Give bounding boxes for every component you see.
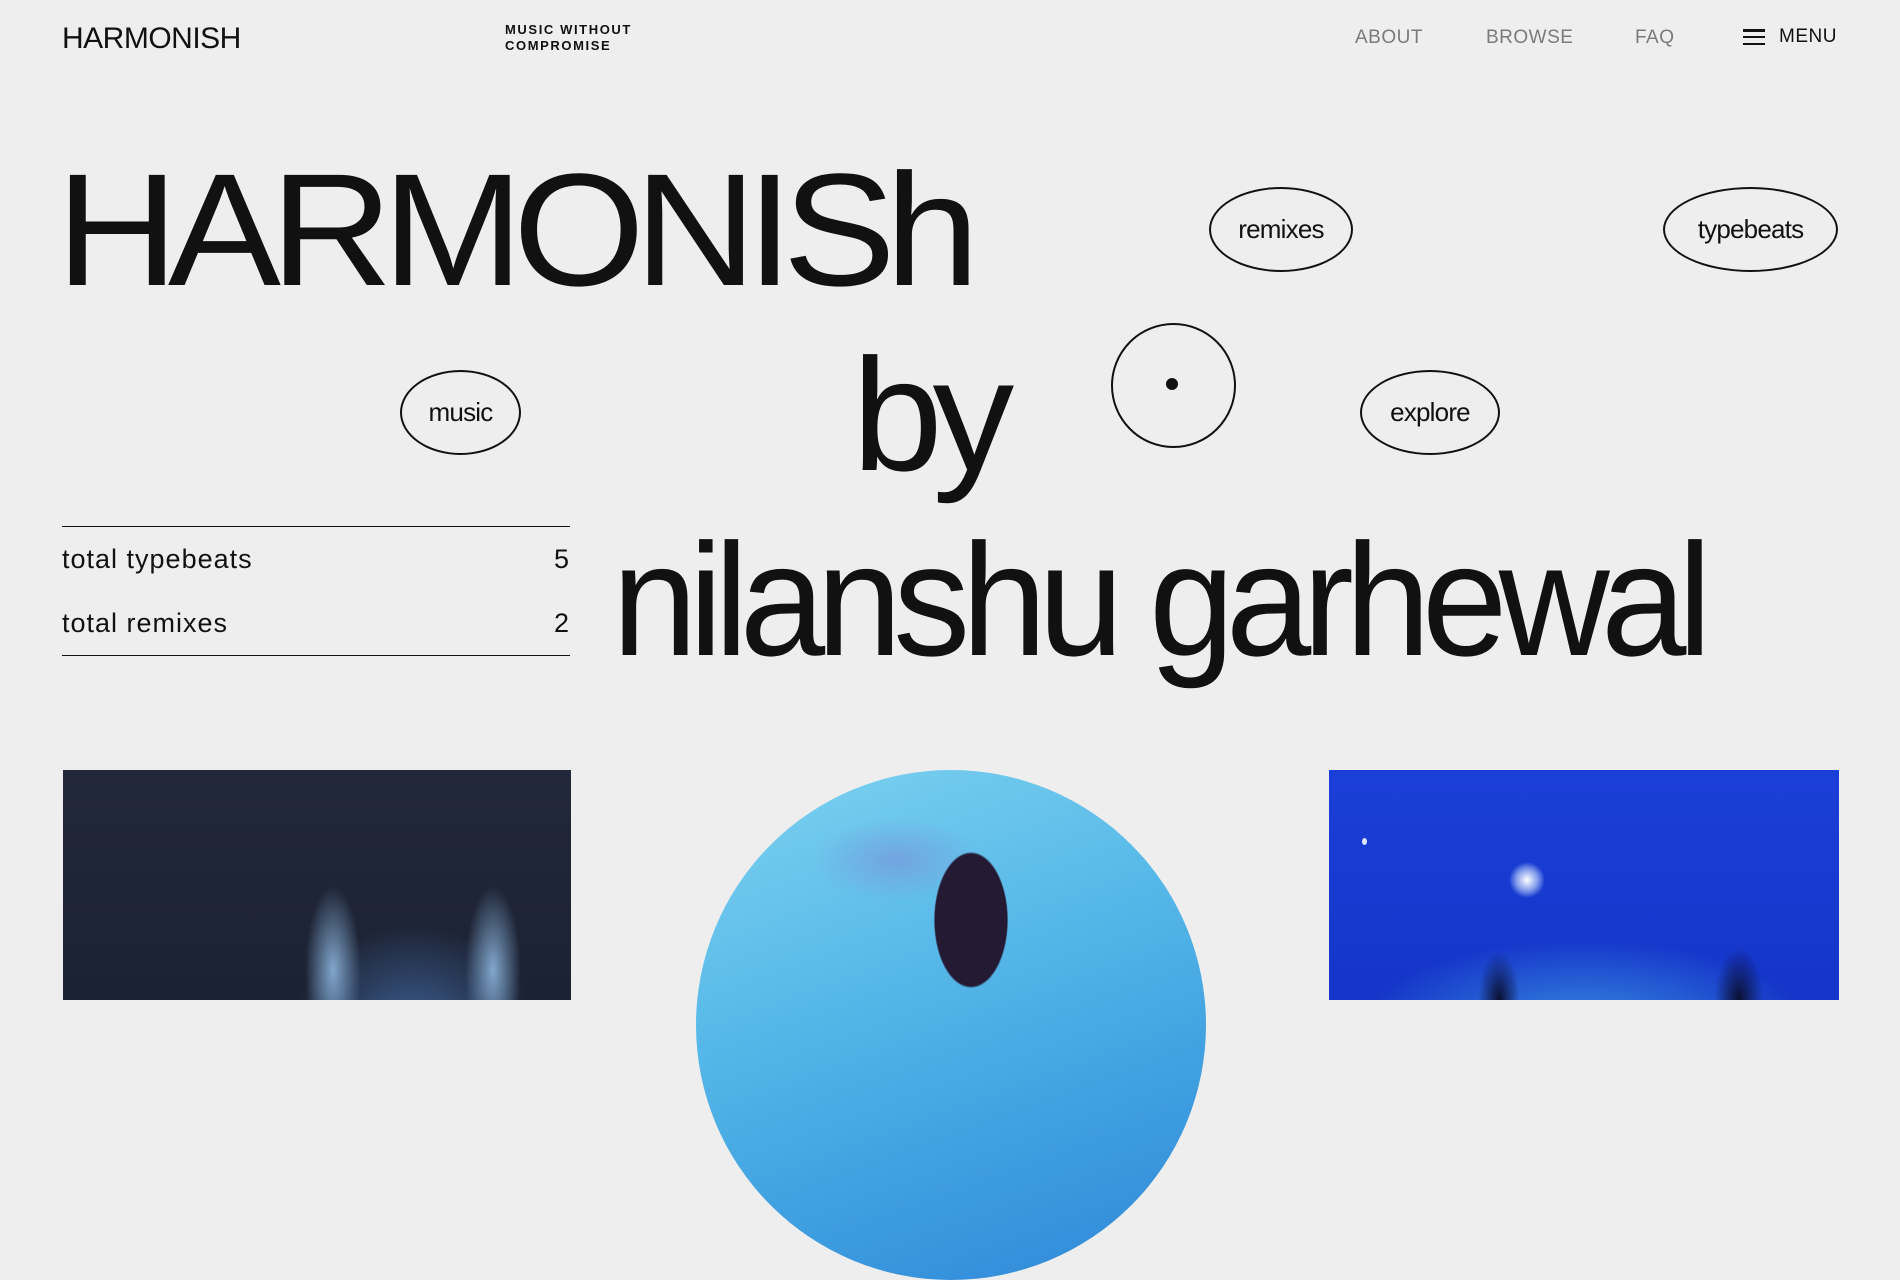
- menu-label: MENU: [1779, 26, 1837, 47]
- stat-value: 2: [553, 607, 570, 638]
- hero-title-line-1: HARMONISh: [56, 140, 980, 319]
- custom-cursor-dot: [1166, 378, 1178, 390]
- cover-image-night-sky[interactable]: [1329, 770, 1839, 1000]
- music-pill[interactable]: music: [400, 370, 521, 455]
- site-tagline: MUSIC WITHOUT COMPROMISE: [505, 22, 632, 54]
- menu-button[interactable]: MENU: [1743, 26, 1837, 48]
- cover-image-silhouette[interactable]: [696, 770, 1206, 1280]
- stat-value: 5: [553, 543, 570, 574]
- cover-image-angel[interactable]: [63, 770, 571, 1000]
- stat-row-typebeats: total typebeats 5: [62, 527, 570, 591]
- hero-title-line-3: nilanshu garhewal: [612, 510, 1712, 689]
- hamburger-icon: [1743, 29, 1765, 45]
- nav-faq-link[interactable]: FAQ: [1635, 27, 1675, 49]
- stats-table: total typebeats 5 total remixes 2: [62, 526, 570, 656]
- tagline-line-2: COMPROMISE: [505, 38, 612, 53]
- typebeats-pill[interactable]: typebeats: [1663, 187, 1838, 272]
- nav-about-link[interactable]: ABOUT: [1355, 27, 1423, 49]
- stat-label: total typebeats: [62, 543, 253, 574]
- explore-pill[interactable]: explore: [1360, 370, 1500, 455]
- tagline-line-1: MUSIC WITHOUT: [505, 22, 632, 37]
- star-dot: [1362, 838, 1367, 845]
- nav-browse-link[interactable]: BROWSE: [1486, 27, 1573, 49]
- remixes-pill[interactable]: remixes: [1209, 187, 1353, 272]
- hero-title-line-2: by: [852, 325, 1014, 504]
- site-logo[interactable]: HARMONISH: [62, 22, 241, 56]
- stat-label: total remixes: [62, 607, 229, 638]
- stat-row-remixes: total remixes 2: [62, 591, 570, 655]
